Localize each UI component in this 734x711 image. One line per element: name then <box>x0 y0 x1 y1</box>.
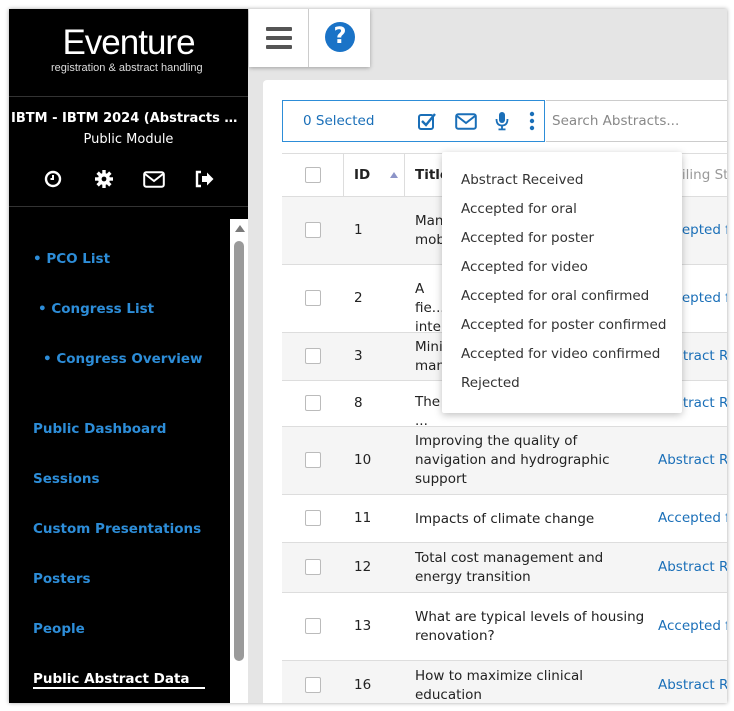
cell-status-link[interactable]: Abstract Re... <box>658 559 727 575</box>
cell-id: 12 <box>354 559 372 575</box>
menu-item-accepted-oral[interactable]: Accepted for oral <box>461 201 577 217</box>
row-checkbox[interactable] <box>305 290 321 306</box>
hamburger-icon-bar <box>266 45 292 49</box>
cell-title: What are typical levels of housing renov… <box>415 609 645 644</box>
nav-people[interactable]: People <box>33 621 85 637</box>
cell-title: Total cost management and energy transit… <box>415 550 604 585</box>
row-checkbox[interactable] <box>305 510 321 526</box>
gear-icon[interactable] <box>89 167 119 191</box>
table-row[interactable]: 11 Impacts of climate change Accepted f.… <box>282 495 727 543</box>
column-header-id[interactable]: ID <box>354 154 370 196</box>
row-checkbox[interactable] <box>305 395 321 411</box>
cell-id: 8 <box>354 395 363 411</box>
table-row[interactable]: 16 How to maximize clinical education Ab… <box>282 661 727 703</box>
scroll-up-arrow-icon[interactable] <box>235 225 245 232</box>
cell-status-link[interactable]: Abstract Re... <box>658 452 727 468</box>
cell-title: Impacts of climate change <box>415 511 595 527</box>
menu-item-accepted-poster-confirmed[interactable]: Accepted for poster confirmed <box>461 317 666 333</box>
column-divider <box>343 154 344 196</box>
cell-id: 10 <box>354 452 372 468</box>
help-icon: ? <box>325 22 355 52</box>
menu-item-abstract-received[interactable]: Abstract Received <box>461 172 583 188</box>
menu-item-accepted-poster[interactable]: Accepted for poster <box>461 230 594 246</box>
logout-icon[interactable] <box>190 167 220 191</box>
nav-posters[interactable]: Posters <box>33 571 91 587</box>
cell-status-link[interactable]: Abstract Re... <box>658 677 727 693</box>
search-abstracts-input[interactable] <box>546 100 727 142</box>
row-checkbox[interactable] <box>305 348 321 364</box>
table-row[interactable]: 12 Total cost management and energy tran… <box>282 543 727 593</box>
mail-icon[interactable] <box>455 110 477 132</box>
nav-public-abstract-data[interactable]: Public Abstract Data <box>33 671 190 687</box>
microphone-icon[interactable] <box>491 110 513 132</box>
top-button-group: ? <box>249 9 370 67</box>
row-checkbox[interactable] <box>305 222 321 238</box>
logo-subtitle: registration & abstract handling <box>51 62 203 74</box>
table-row[interactable]: 10 Improving the quality of navigation a… <box>282 427 727 495</box>
cell-title: Improving the quality of navigation and … <box>415 433 610 487</box>
select-all-checkbox[interactable] <box>305 167 321 183</box>
sort-ascending-icon[interactable] <box>390 172 398 178</box>
logo: Eventure registration & abstract handlin… <box>9 9 248 97</box>
cell-id: 2 <box>354 290 363 306</box>
sidebar-scrollbar[interactable] <box>230 219 248 703</box>
module-name: Public Module <box>83 132 174 147</box>
selected-count: 0 Selected <box>303 113 375 129</box>
row-checkbox[interactable] <box>305 452 321 468</box>
scrollbar-thumb[interactable] <box>234 241 244 661</box>
sidebar-nav: • PCO List • Congress List • Congress Ov… <box>9 219 230 703</box>
nav-congress-overview[interactable]: • Congress Overview <box>43 351 203 367</box>
menu-item-accepted-oral-confirmed[interactable]: Accepted for oral confirmed <box>461 288 649 304</box>
bulk-action-toolbar: 0 Selected <box>282 100 545 142</box>
row-checkbox[interactable] <box>305 618 321 634</box>
logo-title: Eventure <box>62 23 195 62</box>
table-row[interactable]: 13 What are typical levels of housing re… <box>282 593 727 661</box>
hamburger-icon <box>266 27 292 31</box>
mail-icon[interactable] <box>139 167 169 191</box>
nav-custom-presentations[interactable]: Custom Presentations <box>33 521 201 537</box>
cell-id: 11 <box>354 510 372 526</box>
check-square-icon[interactable] <box>416 110 438 132</box>
sidebar-icon-bar <box>9 167 248 207</box>
cell-id: 13 <box>354 618 372 634</box>
cell-title: How to maximize clinical education <box>415 668 584 703</box>
menu-item-accepted-video-confirmed[interactable]: Accepted for video confirmed <box>461 346 660 362</box>
cell-id: 16 <box>354 677 372 693</box>
help-button[interactable]: ? <box>310 9 370 67</box>
nav-congress-list[interactable]: • Congress List <box>38 301 154 317</box>
cell-status-link[interactable]: Accepted f... <box>658 510 727 526</box>
menu-item-accepted-video[interactable]: Accepted for video <box>461 259 588 275</box>
column-divider <box>404 154 405 196</box>
event-name: IBTM - IBTM 2024 (Abstracts & Par... <box>11 111 248 126</box>
nav-pco-list[interactable]: • PCO List <box>33 251 110 267</box>
cell-id: 3 <box>354 348 363 364</box>
hamburger-menu-button[interactable] <box>249 9 309 67</box>
more-options-icon[interactable] <box>521 110 543 132</box>
row-checkbox[interactable] <box>305 677 321 693</box>
active-nav-underline <box>33 687 205 689</box>
sidebar: Eventure registration & abstract handlin… <box>9 9 248 703</box>
menu-item-rejected[interactable]: Rejected <box>461 375 520 391</box>
cell-status-link[interactable]: Accepted f... <box>658 618 727 634</box>
nav-sessions[interactable]: Sessions <box>33 471 100 487</box>
row-checkbox[interactable] <box>305 559 321 575</box>
nav-public-dashboard[interactable]: Public Dashboard <box>33 421 166 437</box>
cell-id: 1 <box>354 222 363 238</box>
mailing-status-dropdown: Abstract Received Accepted for oral Acce… <box>442 152 682 413</box>
clock-icon[interactable] <box>38 167 68 191</box>
hamburger-icon-bar <box>266 36 292 40</box>
app-window: Eventure registration & abstract handlin… <box>9 9 727 703</box>
